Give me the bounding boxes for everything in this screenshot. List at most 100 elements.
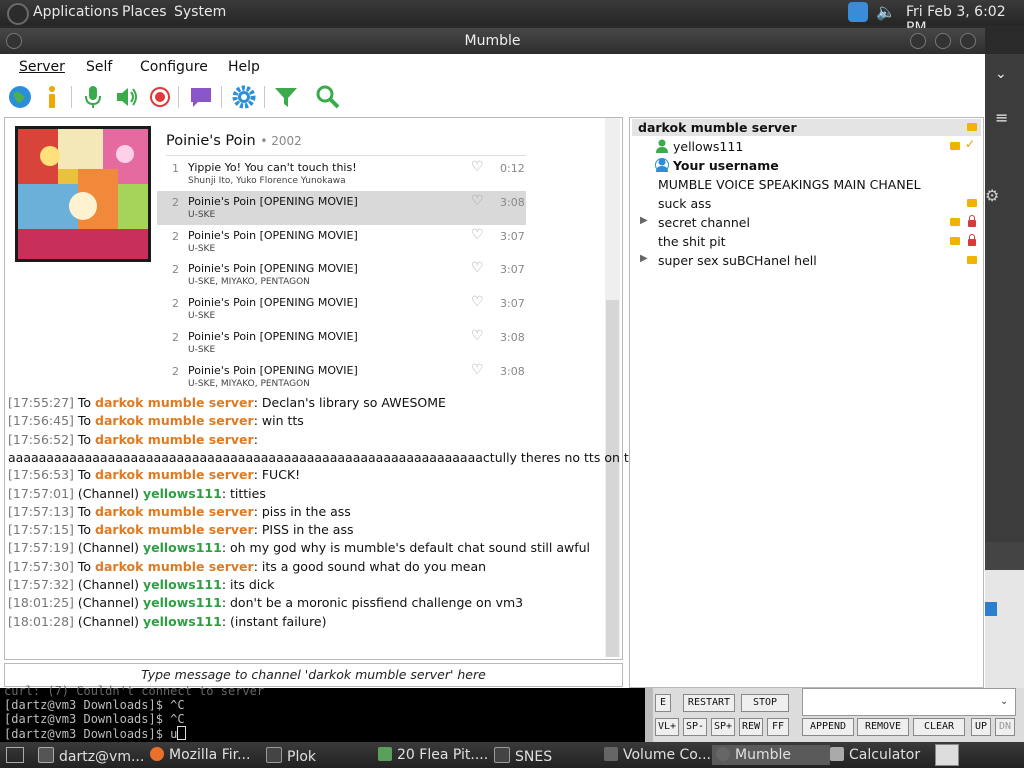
fast-forward-button[interactable]: FF (767, 718, 789, 736)
message-target[interactable]: darkok mumble server (95, 413, 254, 428)
record-icon[interactable] (147, 84, 173, 110)
heart-icon[interactable]: ♡ (471, 328, 484, 344)
comment-icon[interactable] (950, 237, 960, 245)
message-target[interactable]: yellows111 (143, 595, 222, 610)
heart-icon[interactable]: ♡ (471, 294, 484, 310)
channel-main[interactable]: MUMBLE VOICE SPEAKINGS MAIN CHANEL (658, 177, 921, 192)
channel-secret[interactable]: secret channel (658, 215, 750, 230)
task-label: dartz@vm... (59, 749, 145, 765)
chat-scrollbar-thumb[interactable] (606, 300, 619, 657)
chevron-down-icon[interactable]: ⌄ (995, 66, 1007, 82)
menu-help[interactable]: Help (228, 59, 260, 75)
speed-up-button[interactable]: SP+ (711, 718, 735, 736)
terminal[interactable]: curl: (7) Couldn't connect to server [da… (0, 684, 645, 742)
task-volume-control[interactable]: Volume Co... (604, 747, 711, 763)
message-target[interactable]: yellows111 (143, 540, 222, 555)
track-row[interactable]: 2 Poinie's Poin [OPENING MOVIE] U-SKE ♡ 3:08 (157, 326, 526, 360)
gear-icon[interactable]: ⚙ (985, 186, 999, 205)
comment-icon[interactable] (967, 256, 977, 264)
message-target[interactable]: darkok mumble server (95, 559, 254, 574)
channel-suck-ass[interactable]: suck ass (658, 196, 711, 211)
workspace-switcher[interactable] (935, 744, 959, 766)
info-icon[interactable] (39, 84, 65, 110)
track-artist: U-SKE (188, 345, 216, 355)
connect-icon[interactable] (7, 84, 33, 110)
menu-self[interactable]: Self (86, 59, 112, 75)
menu-server[interactable]: Server (19, 59, 65, 75)
track-row[interactable]: 2 Poinie's Poin [OPENING MOVIE] U-SKE ♡ 3:07 (157, 225, 526, 259)
maximize-icon[interactable] (935, 33, 951, 49)
expand-arrow-icon[interactable]: ▶ (640, 215, 648, 226)
track-row[interactable]: 2 Poinie's Poin [OPENING MOVIE] U-SKE ♡ 3:08 (157, 190, 526, 225)
applications-menu[interactable]: Applications (33, 4, 119, 20)
user-your-username[interactable]: Your username (673, 158, 779, 173)
channel-tree[interactable]: darkok mumble server yellows111 ✓ Your u… (629, 117, 984, 688)
channel-super-sex[interactable]: super sex suBCHanel hell (658, 253, 817, 268)
track-title: Poinie's Poin [OPENING MOVIE] (188, 330, 358, 343)
message-target[interactable]: darkok mumble server (95, 432, 254, 447)
speaker-icon[interactable] (114, 84, 140, 110)
heart-icon[interactable]: ♡ (471, 227, 484, 243)
task-calculator[interactable]: Calculator (830, 747, 920, 763)
message-target[interactable]: yellows111 (143, 486, 222, 501)
search-icon[interactable] (315, 84, 341, 110)
distro-logo-icon[interactable] (7, 3, 29, 25)
minimize-icon[interactable] (910, 33, 926, 49)
comment-icon[interactable] (967, 199, 977, 207)
terminal-prompt[interactable]: [dartz@vm3 Downloads]$ u (4, 726, 187, 741)
vol-up-button[interactable]: VL+ (655, 718, 679, 736)
heart-icon[interactable]: ♡ (471, 362, 484, 378)
places-menu[interactable]: Places (122, 4, 167, 20)
task-mumble[interactable]: Mumble (712, 745, 830, 765)
system-menu[interactable]: System (174, 4, 226, 20)
track-row[interactable]: 2 Poinie's Poin [OPENING MOVIE] U-SKE, MIY… (157, 360, 526, 394)
menu-configure[interactable]: Configure (140, 59, 208, 75)
speed-down-button[interactable]: SP- (683, 718, 707, 736)
remove-button[interactable]: REMOVE (857, 718, 909, 736)
task-flea-pit[interactable]: 20 Flea Pit.... (378, 747, 488, 763)
microphone-icon[interactable] (80, 84, 106, 110)
message-target[interactable]: yellows111 (143, 577, 222, 592)
filter-icon[interactable] (273, 84, 299, 110)
task-terminal[interactable]: dartz@vm... (38, 747, 144, 765)
server-name[interactable]: darkok mumble server (638, 120, 797, 135)
show-desktop-icon[interactable] (6, 747, 24, 763)
heart-icon[interactable]: ♡ (471, 260, 484, 276)
close-icon[interactable] (960, 33, 976, 49)
settings-icon[interactable] (231, 84, 257, 110)
task-firefox[interactable]: Mozilla Fir... (150, 747, 250, 763)
chevron-down-icon[interactable]: ⌄ (1000, 696, 1008, 707)
message-target[interactable]: darkok mumble server (95, 395, 254, 410)
restart-button[interactable]: RESTART (683, 694, 735, 712)
message-target[interactable]: darkok mumble server (95, 467, 254, 482)
comment-icon[interactable] (188, 84, 214, 110)
comment-icon[interactable] (950, 142, 960, 150)
down-button[interactable]: DN (995, 718, 1015, 736)
message-target[interactable]: darkok mumble server (95, 504, 254, 519)
task-plok[interactable]: Plok (266, 747, 316, 765)
task-snes[interactable]: SNES (494, 747, 552, 765)
mumble-tray-icon[interactable] (848, 2, 868, 22)
expand-arrow-icon[interactable]: ▶ (640, 253, 648, 264)
track-row[interactable]: 1 Yippie Yo! You can't touch this! Shunji … (157, 157, 526, 191)
track-row[interactable]: 2 Poinie's Poin [OPENING MOVIE] U-SKE ♡ 3:07 (157, 292, 526, 326)
up-button[interactable]: UP (971, 718, 991, 736)
track-row[interactable]: 2 Poinie's Poin [OPENING MOVIE] U-SKE, MIY… (157, 258, 526, 292)
comment-icon[interactable] (950, 218, 960, 226)
rewind-button[interactable]: REW (739, 718, 763, 736)
heart-icon[interactable]: ♡ (471, 193, 484, 209)
heart-icon[interactable]: ♡ (471, 159, 484, 175)
player-button[interactable]: E (655, 694, 671, 712)
clear-button[interactable]: CLEAR (913, 718, 965, 736)
window-menu-icon[interactable] (6, 33, 22, 49)
menu-icon[interactable]: ≡ (995, 108, 1008, 127)
task-label: Plok (287, 749, 317, 765)
append-button[interactable]: APPEND (802, 718, 854, 736)
volume-icon[interactable]: 🔈 (876, 2, 896, 21)
message-target[interactable]: darkok mumble server (95, 522, 254, 537)
channel-shit-pit[interactable]: the shit pit (658, 234, 726, 249)
user-yellows111[interactable]: yellows111 (673, 139, 743, 154)
comment-icon[interactable] (967, 123, 977, 131)
message-target[interactable]: yellows111 (143, 614, 222, 629)
stop-button[interactable]: STOP (741, 694, 789, 712)
